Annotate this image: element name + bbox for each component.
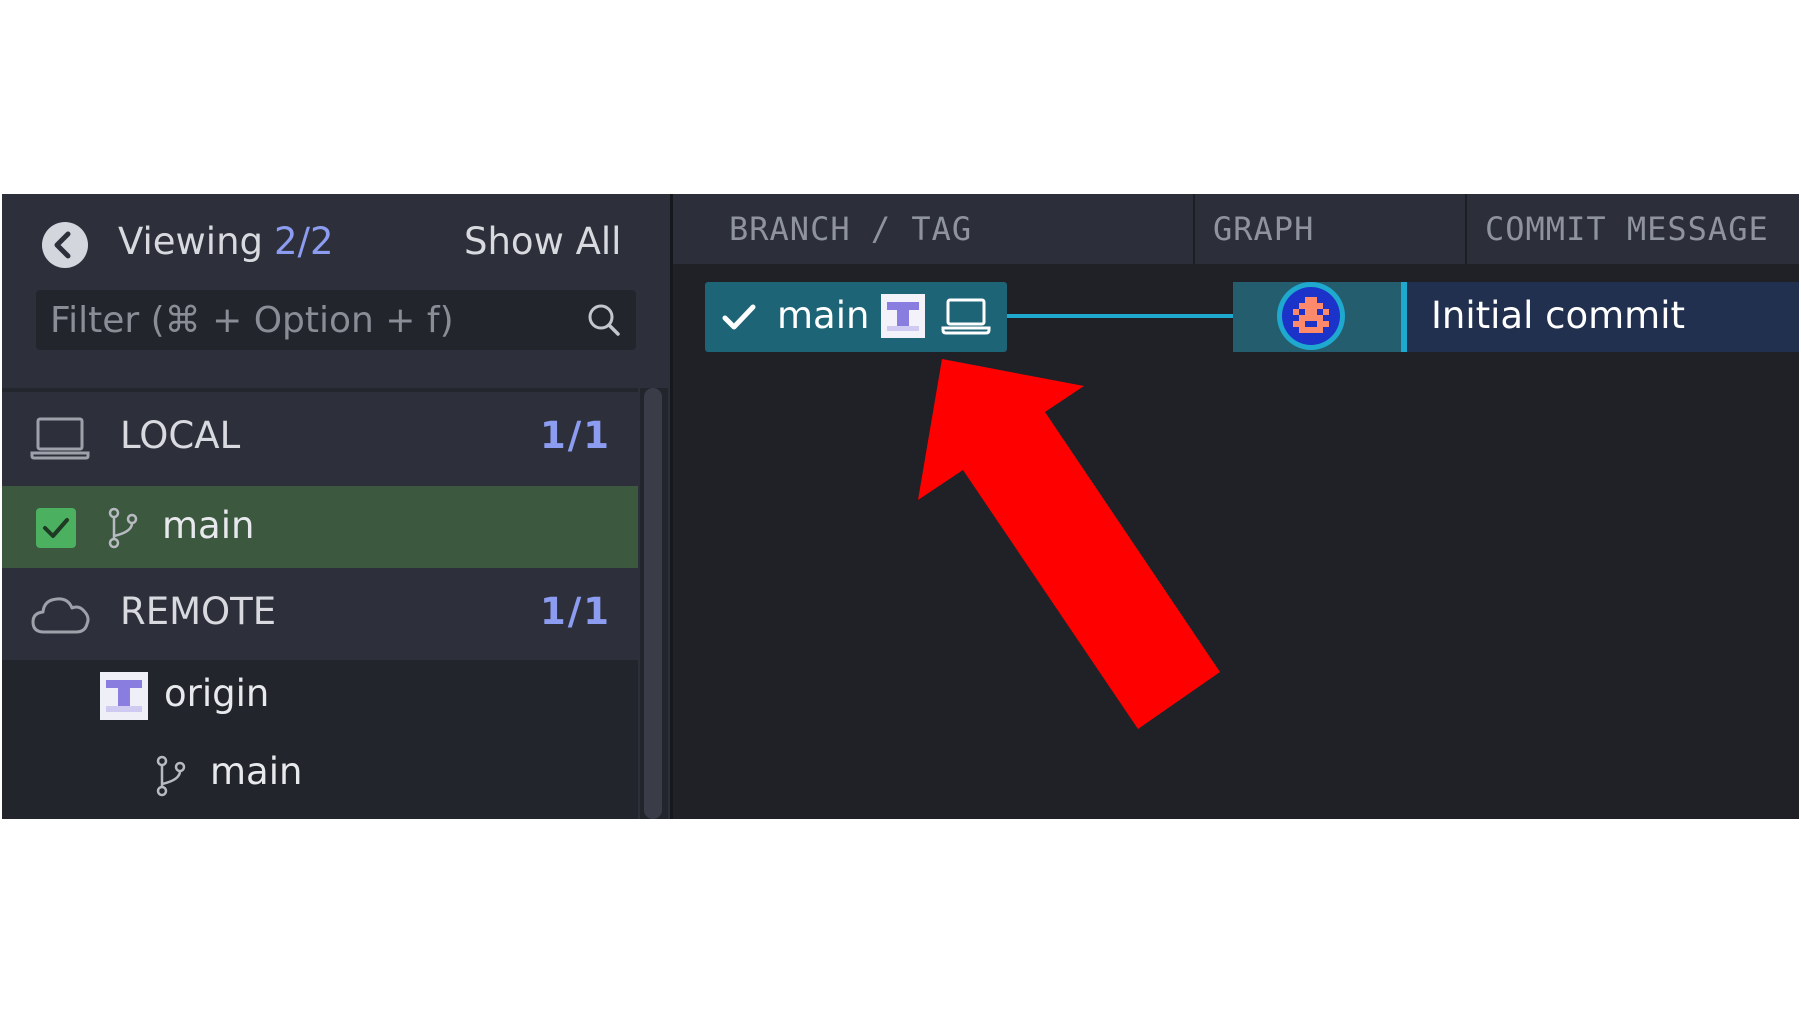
section-header-remote[interactable]: REMOTE 1/1 [2, 568, 638, 658]
branch-icon [156, 755, 186, 797]
column-header: BRANCH / TAG GRAPH COMMIT MESSAGE [673, 194, 1799, 264]
search-icon [588, 304, 620, 336]
laptop-icon [30, 417, 90, 460]
laptop-icon [941, 298, 991, 335]
filter-field[interactable] [36, 290, 636, 350]
commit-node-avatar[interactable] [1277, 282, 1345, 350]
gitkraken-window: Viewing 2/2 Show All LOCAL 1/1 [2, 194, 1799, 819]
remote-origin-label[interactable]: origin [164, 672, 269, 715]
remote-list: origin main [2, 660, 638, 819]
viewing-bar: Viewing 2/2 Show All [2, 194, 670, 278]
filter-input[interactable] [50, 290, 570, 350]
column-branch-tag[interactable]: BRANCH / TAG [729, 210, 972, 248]
commit-message-cell[interactable]: Initial commit [1407, 282, 1799, 352]
scrollbar[interactable] [640, 388, 668, 819]
sidebar-item-label: main [162, 504, 255, 547]
commit-message-text: Initial commit [1431, 294, 1685, 337]
branch-label-text: main [777, 294, 870, 337]
column-divider[interactable] [1193, 194, 1195, 264]
check-icon [722, 304, 756, 330]
show-all-button[interactable]: Show All [464, 220, 621, 263]
section-count-remote: 1/1 [540, 590, 612, 633]
remote-branch-main-label[interactable]: main [210, 750, 302, 793]
section-label-local: LOCAL [120, 414, 241, 457]
column-commit-message[interactable]: COMMIT MESSAGE [1485, 210, 1769, 248]
column-graph[interactable]: GRAPH [1213, 210, 1314, 248]
viewing-count: 2/2 [274, 220, 334, 263]
branch-icon [108, 507, 138, 549]
branch-label-main[interactable]: main [705, 282, 1007, 352]
section-header-local[interactable]: LOCAL 1/1 [2, 392, 638, 482]
section-label-remote: REMOTE [120, 590, 277, 633]
remote-avatar-icon [881, 294, 925, 338]
scrollbar-thumb[interactable] [644, 388, 662, 819]
column-divider[interactable] [1465, 194, 1467, 264]
left-panel: Viewing 2/2 Show All LOCAL 1/1 [2, 194, 670, 819]
author-avatar-icon [1293, 297, 1329, 333]
section-count-local: 1/1 [540, 414, 612, 457]
viewing-label: Viewing [118, 220, 264, 263]
cloud-icon [31, 597, 90, 634]
commit-graph-panel: BRANCH / TAG GRAPH COMMIT MESSAGE main I… [673, 194, 1799, 819]
graph-connector [1007, 314, 1247, 318]
back-icon[interactable] [42, 222, 88, 268]
checked-icon[interactable] [36, 508, 76, 548]
avatar [100, 672, 148, 720]
sidebar-item-local-main[interactable]: main [2, 486, 638, 568]
